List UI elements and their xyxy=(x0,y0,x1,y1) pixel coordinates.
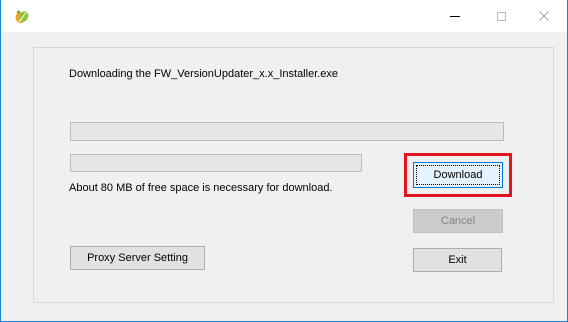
maximize-icon xyxy=(496,11,506,21)
overall-progress-bar xyxy=(70,122,504,141)
cancel-button[interactable]: Cancel xyxy=(413,209,503,233)
installer-window: Downloading the FW_VersionUpdater_x.x_In… xyxy=(0,0,568,322)
exit-button[interactable]: Exit xyxy=(413,248,502,272)
proxy-server-setting-button[interactable]: Proxy Server Setting xyxy=(70,246,205,270)
maximize-button[interactable] xyxy=(478,0,524,32)
dialog-client-area: Downloading the FW_VersionUpdater_x.x_In… xyxy=(1,32,567,321)
file-progress-bar xyxy=(70,154,362,172)
exit-button-label: Exit xyxy=(448,254,467,266)
close-button[interactable] xyxy=(521,0,567,32)
download-button[interactable]: Download xyxy=(413,162,503,188)
free-space-note: About 80 MB of free space is necessary f… xyxy=(69,182,333,194)
cancel-button-label: Cancel xyxy=(440,215,476,227)
leaf-app-icon xyxy=(14,8,30,24)
title-bar[interactable] xyxy=(1,0,567,32)
close-icon xyxy=(539,11,549,21)
download-button-label: Download xyxy=(433,169,483,181)
minimize-icon xyxy=(450,15,460,17)
download-status-text: Downloading the FW_VersionUpdater_x.x_In… xyxy=(69,68,339,80)
minimize-button[interactable] xyxy=(432,0,478,32)
proxy-button-label: Proxy Server Setting xyxy=(87,252,188,264)
